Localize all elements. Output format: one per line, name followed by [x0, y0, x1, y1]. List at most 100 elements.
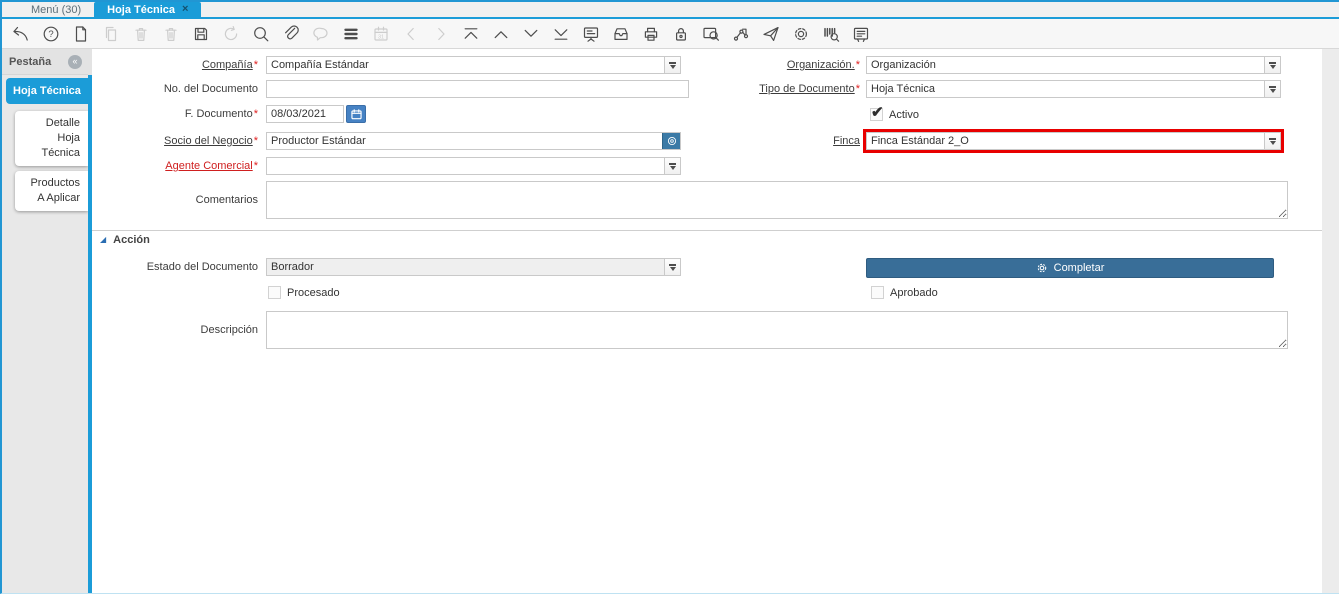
new-record-icon[interactable]	[70, 23, 92, 45]
previous-record-icon[interactable]	[490, 23, 512, 45]
tipo-documento-combobox	[866, 80, 1281, 98]
completar-button[interactable]: Completar	[866, 258, 1274, 278]
organizacion-dropdown-icon[interactable]	[1264, 57, 1280, 73]
report-icon[interactable]	[580, 23, 602, 45]
last-record-icon[interactable]	[550, 23, 572, 45]
sidebar: Pestaña « Hoja Técnica Detalle Hoja Técn…	[2, 49, 88, 593]
finca-input[interactable]	[867, 133, 1264, 149]
aprobado-checkbox[interactable]	[871, 286, 884, 299]
tipo-documento-input[interactable]	[867, 81, 1264, 97]
svg-text:31: 31	[378, 34, 384, 40]
find-icon[interactable]	[250, 23, 272, 45]
agente-comercial-combobox	[266, 157, 681, 175]
undo-icon[interactable]	[10, 23, 32, 45]
copy-record-icon	[100, 23, 122, 45]
preferences-icon[interactable]	[790, 23, 812, 45]
sidebar-tab-productos-a-aplicar[interactable]: Productos A Aplicar	[15, 171, 88, 211]
print-icon[interactable]	[640, 23, 662, 45]
section-separator	[92, 230, 1322, 231]
delete-record-icon	[130, 23, 152, 45]
label-socio-negocio: Socio del Negocio*	[92, 132, 258, 150]
parent-record-icon	[400, 23, 422, 45]
chat-icon	[310, 23, 332, 45]
tab-menu-label: Menú (30)	[31, 4, 81, 16]
estado-documento-input[interactable]	[267, 259, 664, 275]
finca-highlight-box	[863, 129, 1284, 153]
label-comentarios: Comentarios	[92, 191, 258, 209]
agente-comercial-dropdown-icon[interactable]	[664, 158, 680, 174]
finca-combobox	[866, 132, 1281, 150]
calendar-icon: 31	[370, 23, 392, 45]
activo-checkbox-row: ✔ Activo	[870, 108, 919, 122]
report-panel-icon[interactable]	[850, 23, 872, 45]
content: Pestaña « Hoja Técnica Detalle Hoja Técn…	[2, 49, 1339, 593]
toolbar: ? 31	[2, 19, 1339, 49]
next-record-icon[interactable]	[520, 23, 542, 45]
agente-comercial-input[interactable]	[267, 158, 664, 174]
first-record-icon[interactable]	[460, 23, 482, 45]
procesado-checkbox[interactable]	[268, 286, 281, 299]
socio-negocio-input[interactable]	[267, 133, 662, 149]
sidebar-header: Pestaña «	[2, 49, 88, 75]
detail-record-icon	[430, 23, 452, 45]
accion-title: Acción	[113, 234, 150, 246]
activo-checkbox[interactable]: ✔	[870, 108, 883, 121]
sidebar-tab-detalle-hoja-tecnica[interactable]: Detalle Hoja Técnica	[15, 111, 88, 166]
comentarios-textarea[interactable]	[266, 181, 1288, 219]
tab-menu[interactable]: Menú (30)	[18, 2, 94, 17]
svg-text:?: ?	[48, 29, 53, 40]
help-icon[interactable]: ?	[40, 23, 62, 45]
attachment-icon[interactable]	[280, 23, 302, 45]
label-estado-documento: Estado del Documento	[92, 258, 258, 276]
label-agente-comercial: Agente Comercial*	[92, 157, 258, 175]
tipo-documento-dropdown-icon[interactable]	[1264, 81, 1280, 97]
label-f-documento: F. Documento*	[92, 105, 258, 123]
completar-label: Completar	[1054, 262, 1105, 274]
tab-hoja-tecnica-label: Hoja Técnica	[107, 4, 175, 16]
zoom-across-icon[interactable]	[700, 23, 722, 45]
finca-dropdown-icon[interactable]	[1264, 133, 1280, 149]
sidebar-title: Pestaña	[9, 56, 51, 68]
tab-hoja-tecnica[interactable]: Hoja Técnica ×	[94, 2, 201, 17]
label-finca: Finca	[652, 132, 860, 150]
form-panel: Compañía* Organización.* No. del Documen…	[92, 49, 1322, 593]
f-documento-input[interactable]	[266, 105, 344, 123]
aprobado-checkbox-row: Aprobado	[871, 286, 938, 300]
scrollbar-track	[1322, 49, 1339, 593]
window-tabbar: Menú (30) Hoja Técnica ×	[2, 2, 1339, 19]
estado-documento-combobox	[266, 258, 681, 276]
estado-documento-dropdown-icon[interactable]	[664, 259, 680, 275]
check-mark-icon: ✔	[871, 103, 884, 121]
organizacion-input[interactable]	[867, 57, 1264, 73]
lock-icon[interactable]	[670, 23, 692, 45]
compania-combobox	[266, 56, 681, 74]
procesado-checkbox-row: Procesado	[268, 286, 340, 300]
label-no-documento: No. del Documento	[92, 80, 258, 98]
archive-icon[interactable]	[610, 23, 632, 45]
workflow-icon[interactable]	[730, 23, 752, 45]
procesado-label: Procesado	[287, 286, 340, 300]
sidebar-tab-hoja-tecnica[interactable]: Hoja Técnica	[6, 78, 88, 104]
no-documento-input[interactable]	[266, 80, 689, 98]
sidebar-tab-label: Hoja Técnica	[13, 85, 81, 97]
sidebar-collapse-icon[interactable]: «	[68, 55, 82, 69]
organizacion-combobox	[866, 56, 1281, 74]
close-tab-icon[interactable]: ×	[182, 4, 188, 15]
delete-selection-icon	[160, 23, 182, 45]
calendar-picker-icon[interactable]	[346, 105, 366, 123]
socio-negocio-searchbox	[266, 132, 681, 150]
barcode-reader-icon[interactable]	[820, 23, 842, 45]
aprobado-label: Aprobado	[890, 286, 938, 300]
label-compania: Compañía*	[92, 56, 258, 74]
send-mail-icon[interactable]	[760, 23, 782, 45]
refresh-icon	[220, 23, 242, 45]
label-tipo-documento: Tipo de Documento*	[652, 80, 860, 98]
descripcion-textarea[interactable]	[266, 311, 1288, 349]
collapse-section-icon[interactable]: ◢	[100, 236, 106, 244]
save-icon[interactable]	[190, 23, 212, 45]
grid-toggle-icon[interactable]	[340, 23, 362, 45]
compania-input[interactable]	[267, 57, 664, 73]
label-organizacion: Organización.*	[652, 56, 860, 74]
app-window: Menú (30) Hoja Técnica × ? 31 Pestaña « H…	[0, 0, 1339, 594]
activo-label: Activo	[889, 108, 919, 122]
